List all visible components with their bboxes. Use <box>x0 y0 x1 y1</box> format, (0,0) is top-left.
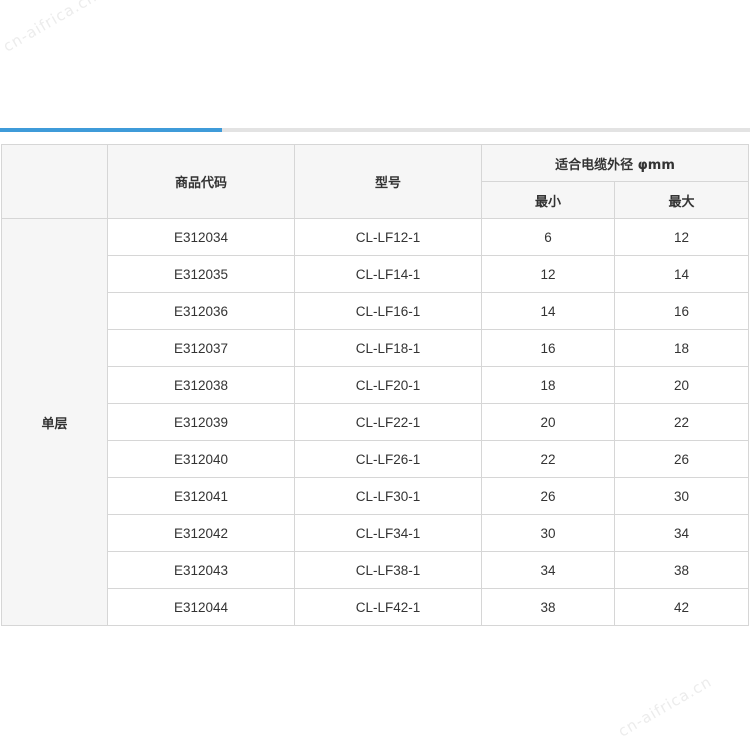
cell-max: 34 <box>614 514 749 552</box>
cell-min: 22 <box>481 440 615 478</box>
cell-code: E312042 <box>107 514 295 552</box>
cell-max: 26 <box>614 440 749 478</box>
table-row: E312041 CL-LF30-1 26 30 <box>2 477 749 515</box>
table-row: 单层 E312034 CL-LF12-1 6 12 <box>1 218 749 626</box>
table-header-row: 商品代码 型号 适合电缆外径 φmm <box>1 144 749 219</box>
table-body: 单层 E312034 CL-LF12-1 6 12 E312035 CL-LF1… <box>1 218 749 626</box>
cell-min: 20 <box>481 403 615 441</box>
header-corner <box>1 144 108 219</box>
header-max: 最大 <box>614 181 749 219</box>
cell-max: 14 <box>614 255 749 293</box>
cell-model: CL-LF38-1 <box>294 551 482 589</box>
cell-code: E312037 <box>107 329 295 367</box>
cell-max: 22 <box>614 403 749 441</box>
header-code: 商品代码 <box>107 144 295 219</box>
table-row: E312037 CL-LF18-1 16 18 <box>2 329 749 367</box>
cell-code: E312041 <box>107 477 295 515</box>
cell-model: CL-LF14-1 <box>294 255 482 293</box>
cell-min: 16 <box>481 329 615 367</box>
cell-code: E312040 <box>107 440 295 478</box>
cell-max: 18 <box>614 329 749 367</box>
cell-model: CL-LF22-1 <box>294 403 482 441</box>
cell-max: 30 <box>614 477 749 515</box>
cell-min: 26 <box>481 477 615 515</box>
cell-code: E312035 <box>107 255 295 293</box>
cell-model: CL-LF26-1 <box>294 440 482 478</box>
cell-model: CL-LF20-1 <box>294 366 482 404</box>
cell-code: E312043 <box>107 551 295 589</box>
cell-max: 16 <box>614 292 749 330</box>
table-row: E312043 CL-LF38-1 34 38 <box>2 551 749 589</box>
cell-model: CL-LF34-1 <box>294 514 482 552</box>
cell-model: CL-LF18-1 <box>294 329 482 367</box>
header-model: 型号 <box>294 144 482 219</box>
cell-max: 12 <box>614 218 749 256</box>
cell-min: 14 <box>481 292 615 330</box>
cell-min: 18 <box>481 366 615 404</box>
table-row: E312035 CL-LF14-1 12 14 <box>2 255 749 293</box>
cell-min: 34 <box>481 551 615 589</box>
cell-code: E312038 <box>107 366 295 404</box>
header-min: 最小 <box>481 181 615 219</box>
watermark: cn-aifrica.cn <box>615 672 716 741</box>
cell-code: E312044 <box>107 588 295 626</box>
section-divider-accent <box>0 128 222 132</box>
table-row: E312040 CL-LF26-1 22 26 <box>2 440 749 478</box>
table-row: E312036 CL-LF16-1 14 16 <box>2 292 749 330</box>
cell-model: CL-LF12-1 <box>294 218 482 256</box>
cell-model: CL-LF30-1 <box>294 477 482 515</box>
cell-code: E312034 <box>107 218 295 256</box>
cell-max: 20 <box>614 366 749 404</box>
cell-model: CL-LF16-1 <box>294 292 482 330</box>
table-row: E312042 CL-LF34-1 30 34 <box>2 514 749 552</box>
cell-min: 12 <box>481 255 615 293</box>
cell-max: 42 <box>614 588 749 626</box>
section-divider <box>0 128 750 132</box>
table-row: E312038 CL-LF20-1 18 20 <box>2 366 749 404</box>
cell-code: E312036 <box>107 292 295 330</box>
cell-min: 38 <box>481 588 615 626</box>
product-spec-table: 商品代码 型号 适合电缆外径 φmm 最小 最大 单层 E312034 CL-L… <box>1 144 749 626</box>
table-row: E312039 CL-LF22-1 20 22 <box>2 403 749 441</box>
cell-max: 38 <box>614 551 749 589</box>
cell-min: 30 <box>481 514 615 552</box>
cell-code: E312039 <box>107 403 295 441</box>
watermark: cn-aifrica.cn <box>0 0 101 56</box>
table-row: E312044 CL-LF42-1 38 42 <box>2 588 749 626</box>
group-label: 单层 <box>1 218 108 626</box>
cell-min: 6 <box>481 218 615 256</box>
cell-model: CL-LF42-1 <box>294 588 482 626</box>
header-diameter-group: 适合电缆外径 φmm <box>481 144 749 182</box>
